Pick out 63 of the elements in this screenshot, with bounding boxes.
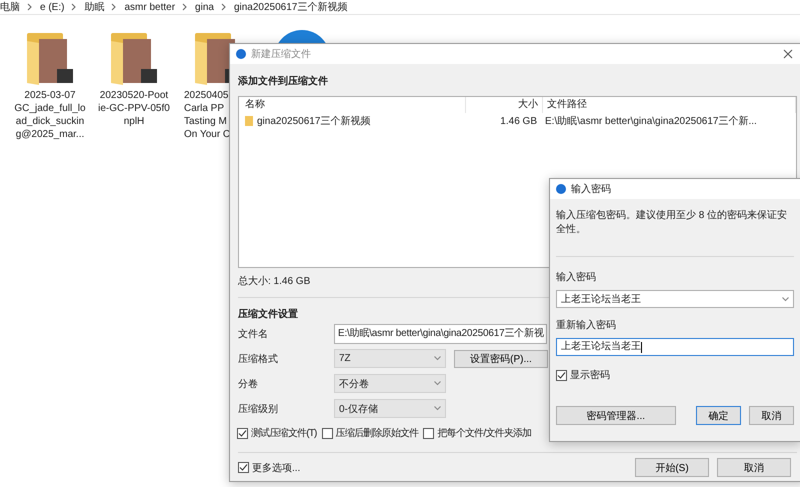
table-cell[interactable]: gina20250617三个新视频 [257, 114, 370, 128]
caret-icon [434, 381, 441, 386]
column-header[interactable]: 大小 [466, 97, 543, 113]
chevron-icon [182, 3, 188, 11]
dialog-button[interactable]: 确定 [696, 406, 741, 425]
checkbox[interactable] [322, 428, 333, 438]
start-button[interactable]: 开始(S) [635, 458, 709, 477]
close-icon[interactable] [783, 49, 793, 59]
table-cell-text: E:\助眠\asmr better\gina\gina20250617三个新... [544, 114, 758, 128]
column-header[interactable]: 文件路径 [543, 97, 796, 113]
folder-icon[interactable] [111, 33, 157, 85]
password-field[interactable]: 上老王论坛当老王 [556, 290, 794, 308]
app-icon [556, 184, 566, 194]
checkbox[interactable] [238, 462, 249, 473]
dropdown[interactable]: 0-仅存储 [334, 399, 446, 418]
window-title: 新建压缩文件 [251, 48, 311, 61]
caret-icon [782, 296, 789, 302]
field-label: 分卷 [238, 378, 259, 390]
dropdown[interactable]: 不分卷 [334, 374, 446, 393]
description-text: 输入压缩包密码。建议使用至少 8 位的密码来保证安全性。 [556, 209, 788, 237]
checkbox-label[interactable]: 把每个文件/文件夹添加 [437, 426, 532, 440]
chevron-icon [111, 3, 118, 11]
caret-icon [434, 356, 441, 361]
breadcrumb-item[interactable]: gina20250617三个新视频 [234, 0, 348, 14]
breadcrumb-item[interactable]: e (E:) [40, 2, 64, 12]
caret-icon [434, 406, 441, 411]
checkbox[interactable] [423, 428, 434, 438]
field-label: 压缩级别 [238, 402, 279, 416]
checkbox[interactable] [237, 428, 248, 438]
chevron-icon [220, 3, 227, 11]
dropdown[interactable]: 7Z [334, 349, 446, 368]
folder-name[interactable]: 20230520-Poot ie-GC-PPV-05f0 nplH [98, 89, 170, 128]
table-cell-text: 1.46 GB [499, 116, 538, 126]
chevron-icon [27, 3, 33, 11]
checkbox-label[interactable]: 测试压缩文件(T) [251, 426, 317, 440]
checkbox-label[interactable]: 显示密码 [570, 368, 610, 382]
field-label: 文件名 [238, 328, 269, 340]
field-label: 重新输入密码 [556, 318, 616, 332]
checkbox-label[interactable]: 更多选项... [252, 460, 300, 474]
breadcrumb-item[interactable]: 助眠 [84, 0, 104, 14]
breadcrumb-item[interactable]: asmr better [124, 2, 176, 12]
folder-icon[interactable] [27, 33, 73, 85]
cancel-button[interactable]: 取消 [717, 458, 791, 477]
folder-icon [245, 116, 253, 126]
field-label: 输入密码 [556, 270, 596, 284]
app-icon [236, 49, 246, 59]
breadcrumb-item[interactable]: 电脑 [0, 0, 20, 14]
checkbox[interactable] [556, 370, 567, 380]
chevron-icon [71, 3, 78, 11]
column-header[interactable]: 名称 [239, 97, 466, 113]
total-size: 总大小: 1.46 GB [238, 274, 310, 288]
folder-name[interactable]: 2025-03-07 GC_jade_full_lo ad_dick_suckin g@2025_mar... [14, 89, 86, 141]
checkbox-label[interactable]: 压缩后删除原始文件 [336, 426, 418, 440]
field-label: 压缩格式 [238, 352, 279, 366]
set-password-button[interactable]: 设置密码(P)... [454, 350, 548, 368]
window-title: 输入密码 [571, 182, 611, 196]
file-name-field[interactable]: E:\助眠\asmr better\gina\gina20250617三个新视 [334, 324, 547, 344]
dialog-button[interactable]: 取消 [748, 406, 794, 425]
section-heading: 压缩文件设置 [238, 308, 298, 321]
password-field[interactable]: 上老王论坛当老王 [556, 338, 794, 356]
section-heading: 添加文件到压缩文件 [238, 74, 328, 88]
breadcrumb-item[interactable]: gina [195, 2, 214, 12]
dialog-button[interactable]: 密码管理器... [556, 406, 676, 425]
